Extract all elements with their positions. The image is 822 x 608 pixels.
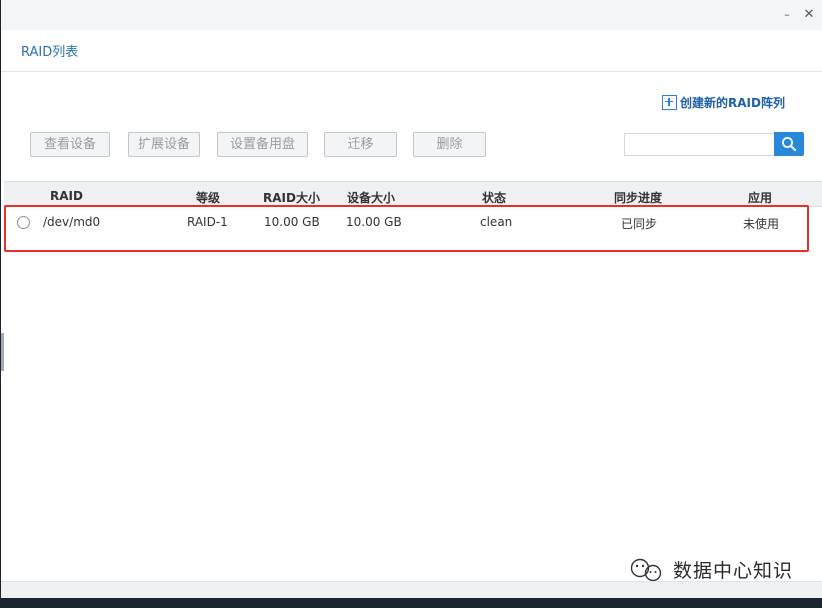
column-header-raid-size[interactable]: RAID大小	[263, 189, 320, 206]
wechat-icon	[630, 558, 662, 581]
view-device-button[interactable]: 查看设备	[30, 132, 110, 157]
cell-sync-progress: 已同步	[621, 217, 658, 231]
minimize-button[interactable]: –	[779, 7, 795, 23]
cell-application: 未使用	[743, 217, 780, 231]
title-bar: – ✕	[1, 0, 822, 30]
set-spare-button[interactable]: 设置备用盘	[217, 132, 308, 157]
expand-device-button[interactable]: 扩展设备	[128, 132, 200, 157]
column-header-application[interactable]: 应用	[748, 189, 772, 206]
cell-raid: /dev/md0	[43, 215, 101, 229]
search-input[interactable]	[624, 133, 775, 156]
watermark-text: 数据中心知识	[673, 560, 794, 582]
cell-raid-size: 10.00 GB	[264, 215, 320, 229]
cell-level: RAID-1	[187, 215, 228, 229]
row-select-radio[interactable]	[17, 216, 30, 229]
close-button[interactable]: ✕	[801, 7, 817, 23]
bottom-bar	[1, 581, 822, 598]
column-header-level[interactable]: 等级	[196, 189, 220, 206]
column-header-raid[interactable]: RAID	[50, 189, 83, 203]
search-button[interactable]	[774, 132, 804, 156]
watermark: 数据中心知识	[629, 556, 793, 583]
migrate-button[interactable]: 迁移	[324, 132, 397, 157]
page-title: RAID列表	[21, 45, 79, 60]
column-header-device-size[interactable]: 设备大小	[347, 189, 395, 206]
cell-status: clean	[480, 215, 513, 229]
cell-device-size: 10.00 GB	[346, 215, 402, 229]
column-header-sync-progress[interactable]: 同步进度	[614, 189, 662, 206]
plus-square-icon	[662, 94, 677, 110]
create-raid-label: 创建新的RAID阵列	[680, 95, 785, 110]
column-header-status[interactable]: 状态	[482, 189, 506, 206]
table-row[interactable]: /dev/md0 RAID-1 10.00 GB 10.00 GB clean …	[4, 207, 822, 239]
raid-window: – ✕ RAID列表 创建新的RAID阵列 查看设备 扩展设备 设置备用盘 迁移…	[1, 0, 822, 598]
header-divider	[1, 71, 822, 72]
create-raid-link[interactable]: 创建新的RAID阵列	[662, 93, 785, 111]
resize-handle[interactable]	[1, 333, 4, 371]
table-header: RAID 等级 RAID大小 设备大小 状态 同步进度 应用	[4, 181, 822, 207]
search-icon	[782, 137, 797, 152]
delete-button[interactable]: 删除	[413, 132, 486, 157]
